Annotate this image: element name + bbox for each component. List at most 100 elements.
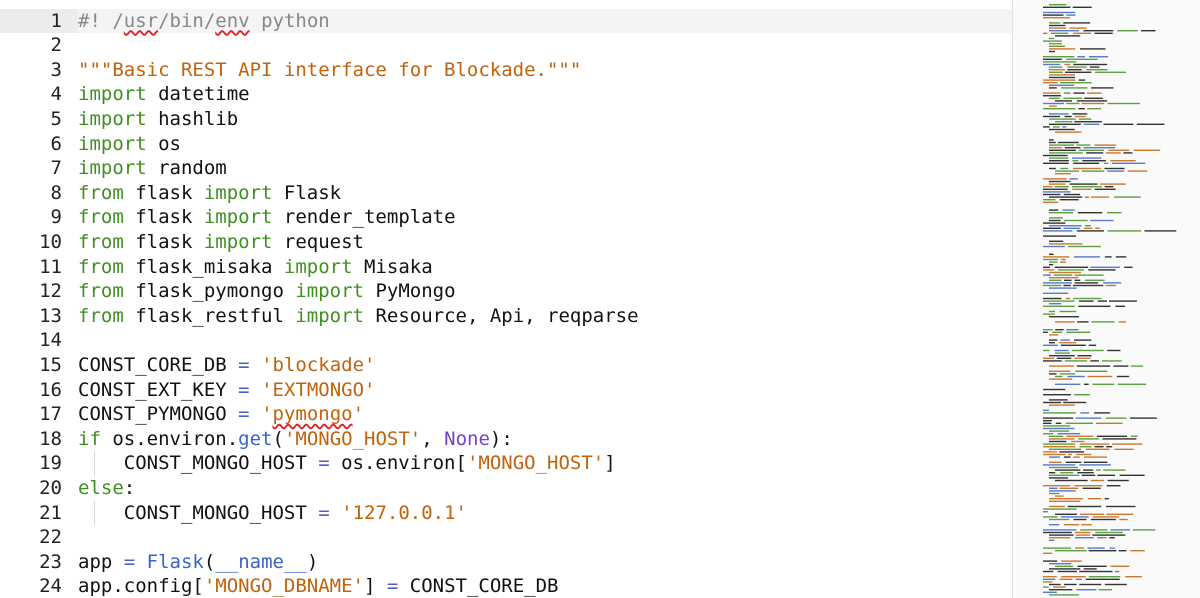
minimap-code-segment bbox=[1105, 152, 1121, 154]
minimap-code-segment bbox=[1097, 300, 1107, 302]
minimap-code-segment bbox=[1064, 279, 1072, 281]
minimap-code-segment bbox=[1049, 113, 1069, 115]
code-line[interactable] bbox=[78, 525, 1012, 550]
code-line[interactable]: from flask_misaka import Misaka bbox=[78, 255, 1012, 280]
minimap-code-segment bbox=[1049, 505, 1065, 508]
minimap-code-segment bbox=[1080, 513, 1105, 515]
code-area[interactable]: #! /usr/bin/env python """Basic REST API … bbox=[78, 0, 1012, 598]
minimap-code-segment bbox=[1043, 11, 1076, 14]
code-line[interactable]: CONST_MONGO_HOST = '127.0.0.1' bbox=[78, 500, 1012, 526]
minimap-code-segment bbox=[1064, 583, 1077, 586]
line-number: 3 bbox=[50, 58, 62, 81]
minimap-code-segment bbox=[1063, 22, 1091, 24]
minimap-code-segment bbox=[1095, 227, 1100, 229]
minimap-code-segment bbox=[1043, 58, 1062, 60]
minimap-code-segment bbox=[1053, 274, 1073, 276]
line-number: 18 bbox=[39, 427, 62, 450]
minimap-code-segment bbox=[1109, 547, 1115, 549]
code-line[interactable]: CONST_MONGO_HOST = os.environ['MONGO_HOS… bbox=[78, 451, 1012, 476]
minimap-code-segment bbox=[1088, 344, 1097, 346]
code-line[interactable]: import os bbox=[78, 132, 1012, 157]
code-token: flask_pymongo bbox=[123, 280, 296, 303]
code-editor[interactable]: 1 2 3 4 5 6 7 8 9 10 11 12 13 14 15 16 17 18 19 20 21 22 23 24 … bbox=[0, 0, 1200, 598]
minimap-code-segment bbox=[1049, 355, 1075, 357]
minimap-code-segment bbox=[1102, 438, 1137, 440]
code-token: get bbox=[238, 427, 273, 450]
minimap-code-segment bbox=[1107, 479, 1129, 482]
code-line[interactable]: #! /usr/bin/env python bbox=[78, 8, 1012, 34]
code-line[interactable]: from flask_restful import Resource, Api,… bbox=[78, 304, 1012, 329]
code-token: from bbox=[78, 181, 124, 204]
code-line[interactable]: else: bbox=[78, 476, 1012, 501]
minimap-code-segment bbox=[1043, 570, 1054, 573]
minimap-code-segment bbox=[1095, 71, 1126, 73]
code-line[interactable]: CONST_PYMONGO = 'pymongo' bbox=[78, 402, 1012, 427]
minimap-code-segment bbox=[1067, 375, 1085, 378]
minimap-code-segment bbox=[1043, 284, 1062, 287]
code-token: import bbox=[295, 304, 364, 327]
minimap-code-segment bbox=[1049, 440, 1067, 443]
code-line[interactable]: CONST_CORE_DB = 'blockade' bbox=[78, 353, 1012, 378]
minimap-code-segment bbox=[1092, 516, 1120, 518]
minimap-code-segment bbox=[1067, 66, 1087, 68]
minimap-code-segment bbox=[1065, 461, 1082, 463]
code-line[interactable]: import random bbox=[78, 156, 1012, 181]
minimap-code-segment bbox=[1049, 180, 1071, 183]
minimap-code-segment bbox=[1118, 321, 1126, 323]
code-token: hashlib bbox=[146, 107, 239, 130]
code-token: from bbox=[78, 304, 124, 327]
code-line[interactable]: CONST_EXT_KEY = 'EXTMONGO' bbox=[78, 378, 1012, 403]
minimap-code-segment bbox=[1049, 30, 1079, 32]
minimap-code-segment bbox=[1043, 344, 1058, 346]
code-token: import bbox=[203, 181, 273, 204]
minimap-code-segment bbox=[1055, 495, 1064, 497]
minimap-code-segment bbox=[1043, 451, 1058, 453]
minimap-code-segment bbox=[1049, 209, 1059, 211]
code-line[interactable]: import datetime bbox=[78, 82, 1012, 107]
minimap-code-segment bbox=[1049, 277, 1079, 279]
code-line[interactable]: app.config['MONGO_DBNAME'] = CONST_CORE_… bbox=[78, 574, 1012, 598]
code-token: Resource, Api, reqparse bbox=[364, 304, 639, 327]
minimap-code-segment bbox=[1049, 240, 1064, 242]
minimap-code-segment bbox=[1074, 485, 1103, 487]
minimap-code-segment bbox=[1081, 474, 1096, 476]
minimap-code-segment bbox=[1043, 227, 1061, 229]
minimap-code-segment bbox=[1061, 258, 1066, 261]
minimap-code-segment bbox=[1043, 422, 1052, 424]
minimap-code-segment bbox=[1088, 269, 1116, 271]
code-token: flask bbox=[123, 230, 204, 253]
minimap-code-segment bbox=[1049, 342, 1055, 344]
code-token: ) bbox=[306, 550, 319, 573]
minimap-code-segment bbox=[1049, 378, 1073, 380]
minimap-code-segment bbox=[1043, 274, 1051, 276]
code-line[interactable]: """Basic REST API interface for Blockade… bbox=[78, 58, 1012, 83]
minimap-code-segment bbox=[1080, 529, 1108, 531]
minimap-code-segment bbox=[1049, 466, 1078, 469]
code-token: import bbox=[295, 280, 364, 303]
minimap-code-segment bbox=[1075, 547, 1084, 549]
code-line[interactable] bbox=[78, 328, 1012, 353]
minimap-code-segment bbox=[1049, 128, 1075, 131]
code-line[interactable] bbox=[78, 33, 1012, 58]
minimap-code-segment bbox=[1043, 446, 1076, 448]
minimap[interactable] bbox=[1012, 0, 1200, 598]
minimap-code-segment bbox=[1127, 170, 1148, 172]
minimap-code-segment bbox=[1049, 334, 1059, 336]
code-line[interactable]: import hashlib bbox=[78, 107, 1012, 132]
code-token: ' bbox=[352, 403, 365, 426]
code-token: flask_restful bbox=[123, 304, 296, 327]
code-line[interactable]: from flask import request bbox=[78, 230, 1012, 255]
minimap-code-segment bbox=[1090, 219, 1114, 222]
code-line[interactable]: from flask_pymongo import PyMongo bbox=[78, 279, 1012, 304]
code-line[interactable]: from flask import render_template bbox=[78, 205, 1012, 230]
code-line[interactable]: app = Flask(__name__) bbox=[78, 550, 1012, 575]
minimap-code-segment bbox=[1065, 422, 1093, 424]
minimap-code-segment bbox=[1043, 126, 1050, 128]
minimap-code-segment bbox=[1124, 266, 1133, 268]
minimap-code-segment bbox=[1055, 383, 1081, 385]
minimap-code-segment bbox=[1043, 409, 1049, 411]
code-line[interactable]: from flask import Flask bbox=[78, 181, 1012, 206]
minimap-code-segment bbox=[1049, 69, 1065, 71]
code-line[interactable]: if os.environ.get('MONGO_HOST', None): bbox=[78, 427, 1012, 452]
minimap-code-segment bbox=[1066, 331, 1091, 333]
